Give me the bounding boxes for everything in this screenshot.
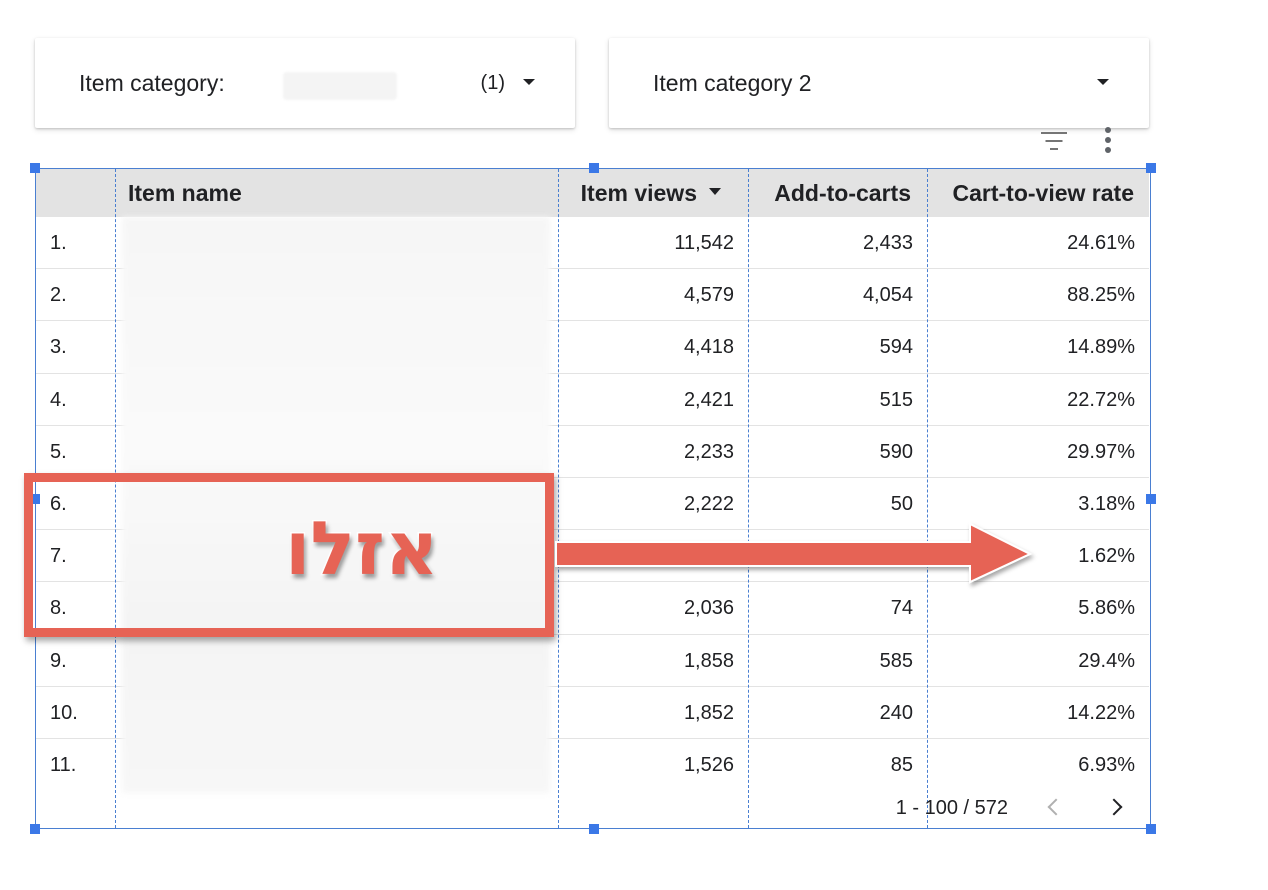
- cell-cart-to-view-rate: 29.4%: [1078, 649, 1135, 672]
- resize-handle[interactable]: [1146, 494, 1156, 504]
- chevron-left-icon[interactable]: [1047, 798, 1065, 816]
- header-item-views[interactable]: Item views: [581, 169, 721, 217]
- row-index: 3.: [50, 336, 67, 359]
- resize-handle[interactable]: [30, 163, 40, 173]
- row-index: 9.: [50, 649, 67, 672]
- header-cart-to-view-rate[interactable]: Cart-to-view rate: [953, 169, 1134, 217]
- cell-add-to-carts: 85: [890, 753, 913, 776]
- annotation-arrow-icon: [555, 522, 1033, 584]
- redacted-value: [283, 72, 397, 100]
- cell-cart-to-view-rate: 14.22%: [1067, 701, 1135, 724]
- cell-add-to-carts: 74: [890, 597, 913, 620]
- cell-item-views: 4,418: [683, 336, 734, 359]
- filter-item-category[interactable]: Item category: (1): [35, 38, 575, 128]
- resize-handle[interactable]: [1146, 163, 1156, 173]
- cell-cart-to-view-rate: 6.93%: [1078, 753, 1135, 776]
- resize-handle[interactable]: [30, 824, 40, 834]
- pagination-range: 1 - 100 / 572: [895, 797, 1008, 819]
- column-guide: [748, 169, 749, 828]
- row-index: 5.: [50, 440, 67, 463]
- cell-item-views: 2,233: [683, 440, 734, 463]
- cell-item-views: 1,526: [683, 753, 734, 776]
- cell-item-views: 4,579: [683, 284, 734, 307]
- cell-cart-to-view-rate: 24.61%: [1067, 232, 1135, 254]
- sort-desc-icon: [709, 188, 721, 196]
- filter-item-category-2[interactable]: Item category 2: [609, 38, 1149, 128]
- header-item-name[interactable]: Item name: [128, 169, 242, 217]
- cell-cart-to-view-rate: 29.97%: [1067, 440, 1135, 463]
- header-add-to-carts[interactable]: Add-to-carts: [774, 169, 911, 217]
- cell-cart-to-view-rate: 1.62%: [1078, 545, 1135, 568]
- resize-handle[interactable]: [1146, 824, 1156, 834]
- row-index: 2.: [50, 284, 67, 307]
- filter-label: Item category 2: [653, 69, 812, 96]
- filter-count: (1): [480, 71, 505, 94]
- cell-item-views: 2,421: [683, 388, 734, 411]
- cell-cart-to-view-rate: 14.89%: [1067, 336, 1135, 359]
- column-guide: [558, 169, 559, 828]
- cell-add-to-carts: 515: [879, 388, 913, 411]
- caret-down-icon[interactable]: [1097, 79, 1109, 85]
- cell-item-views: 2,036: [683, 597, 734, 620]
- table-header: Item name Item views Add-to-carts Cart-t…: [36, 169, 1149, 217]
- row-index: 4.: [50, 388, 67, 411]
- header-item-views-label: Item views: [580, 180, 697, 206]
- row-index: 11.: [50, 753, 77, 776]
- filter-icon[interactable]: [1040, 130, 1068, 152]
- cell-add-to-carts: 585: [879, 649, 913, 672]
- annotation-text: אזלו: [284, 505, 441, 594]
- filter-label: Item category:: [79, 69, 225, 96]
- cell-item-views: 11,542: [674, 232, 734, 254]
- chevron-right-icon[interactable]: [1105, 798, 1123, 816]
- cell-add-to-carts: 2,433: [862, 232, 913, 254]
- cell-cart-to-view-rate: 88.25%: [1067, 284, 1135, 307]
- cell-item-views: 1,852: [683, 701, 734, 724]
- cell-cart-to-view-rate: 5.86%: [1078, 597, 1135, 620]
- cell-add-to-carts: 590: [879, 440, 913, 463]
- cell-add-to-carts: 4,054: [862, 284, 913, 307]
- row-index: 1.: [50, 232, 67, 254]
- cell-add-to-carts: 594: [879, 336, 913, 359]
- cell-item-views: 1,858: [683, 649, 734, 672]
- cell-cart-to-view-rate: 22.72%: [1067, 388, 1135, 411]
- cell-cart-to-view-rate: 3.18%: [1078, 492, 1135, 515]
- cell-add-to-carts: 240: [879, 701, 913, 724]
- column-guide: [927, 169, 928, 828]
- more-vert-icon[interactable]: [1100, 126, 1116, 154]
- resize-handle[interactable]: [589, 163, 599, 173]
- caret-down-icon[interactable]: [523, 79, 535, 85]
- row-index: 10.: [50, 701, 78, 724]
- resize-handle[interactable]: [589, 824, 599, 834]
